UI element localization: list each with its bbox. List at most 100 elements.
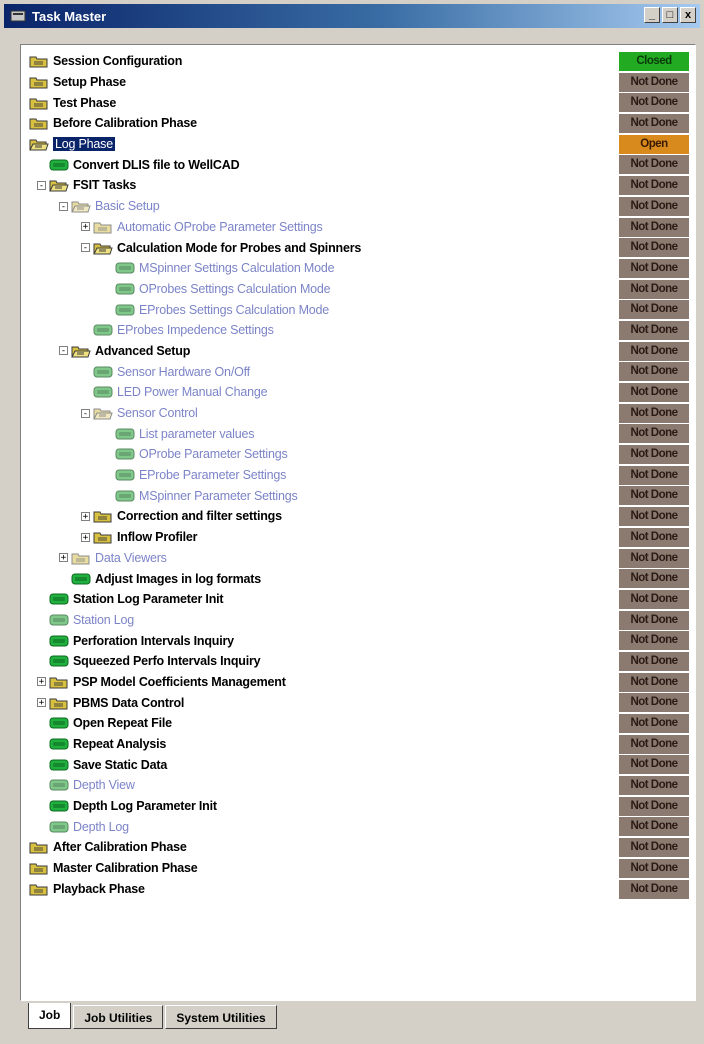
task-row[interactable]: - Calculation Mode for Probes and Spinner…: [21, 237, 695, 258]
task-row[interactable]: LED Power Manual Change Not Done: [21, 382, 695, 403]
task-tree-panel[interactable]: Session Configuration Closed Setup Phase No…: [20, 44, 696, 1001]
task-label[interactable]: Inflow Profiler: [117, 530, 198, 544]
collapse-toggle[interactable]: -: [59, 201, 68, 211]
task-row[interactable]: MSpinner Settings Calculation Mode Not Do…: [21, 258, 695, 279]
task-row[interactable]: + Data Viewers Not Done: [21, 548, 695, 569]
task-label[interactable]: Basic Setup: [95, 199, 160, 213]
task-row[interactable]: After Calibration Phase Not Done: [21, 837, 695, 858]
task-label[interactable]: Sensor Control: [117, 406, 198, 420]
task-label[interactable]: Sensor Hardware On/Off: [117, 365, 250, 379]
task-label[interactable]: Save Static Data: [73, 758, 167, 772]
task-label[interactable]: Depth View: [73, 778, 135, 792]
collapse-toggle[interactable]: -: [81, 243, 90, 253]
task-label[interactable]: EProbes Impedence Settings: [117, 323, 274, 337]
task-row[interactable]: Repeat Analysis Not Done: [21, 734, 695, 755]
task-row[interactable]: Master Calibration Phase Not Done: [21, 858, 695, 879]
task-label[interactable]: EProbe Parameter Settings: [139, 468, 286, 482]
task-row[interactable]: Log Phase Open: [21, 134, 695, 155]
task-label[interactable]: PSP Model Coefficients Management: [73, 675, 286, 689]
task-label[interactable]: Data Viewers: [95, 551, 167, 565]
task-row[interactable]: Depth Log Parameter Init Not Done: [21, 796, 695, 817]
task-row[interactable]: - Sensor Control Not Done: [21, 403, 695, 424]
task-label[interactable]: MSpinner Settings Calculation Mode: [139, 261, 335, 275]
collapse-toggle[interactable]: -: [81, 408, 90, 418]
task-label[interactable]: Test Phase: [53, 96, 116, 110]
task-label[interactable]: Open Repeat File: [73, 716, 172, 730]
task-row[interactable]: Session Configuration Closed: [21, 51, 695, 72]
tab-job-utilities[interactable]: Job Utilities: [73, 1005, 164, 1029]
task-label[interactable]: Station Log Parameter Init: [73, 592, 224, 606]
task-label[interactable]: Session Configuration: [53, 54, 182, 68]
task-row[interactable]: Sensor Hardware On/Off Not Done: [21, 361, 695, 382]
task-label[interactable]: Perforation Intervals Inquiry: [73, 634, 234, 648]
maximize-button[interactable]: □: [662, 7, 678, 23]
task-label[interactable]: Advanced Setup: [95, 344, 190, 358]
task-label[interactable]: Depth Log: [73, 820, 129, 834]
task-label[interactable]: Repeat Analysis: [73, 737, 166, 751]
task-label[interactable]: LED Power Manual Change: [117, 385, 268, 399]
task-label[interactable]: Log Phase: [53, 137, 115, 152]
task-label[interactable]: Depth Log Parameter Init: [73, 799, 217, 813]
task-row[interactable]: Station Log Parameter Init Not Done: [21, 589, 695, 610]
task-row[interactable]: Perforation Intervals Inquiry Not Done: [21, 630, 695, 651]
task-label[interactable]: Adjust Images in log formats: [95, 572, 261, 586]
task-row[interactable]: OProbes Settings Calculation Mode Not Don…: [21, 279, 695, 300]
task-row[interactable]: - FSIT Tasks Not Done: [21, 175, 695, 196]
task-row[interactable]: Depth View Not Done: [21, 775, 695, 796]
task-label[interactable]: MSpinner Parameter Settings: [139, 489, 298, 503]
task-label[interactable]: Station Log: [73, 613, 134, 627]
collapse-toggle[interactable]: -: [37, 180, 46, 190]
task-label[interactable]: Squeezed Perfo Intervals Inquiry: [73, 654, 261, 668]
task-label[interactable]: Setup Phase: [53, 75, 126, 89]
task-row[interactable]: OProbe Parameter Settings Not Done: [21, 444, 695, 465]
task-row[interactable]: Station Log Not Done: [21, 610, 695, 631]
task-label[interactable]: Calculation Mode for Probes and Spinners: [117, 241, 361, 255]
task-label[interactable]: Automatic OProbe Parameter Settings: [117, 220, 323, 234]
task-row[interactable]: EProbes Settings Calculation Mode Not Don…: [21, 299, 695, 320]
task-row[interactable]: Open Repeat File Not Done: [21, 713, 695, 734]
minimize-button[interactable]: _: [644, 7, 660, 23]
expand-toggle[interactable]: +: [59, 553, 68, 563]
task-row[interactable]: + Correction and filter settings Not Done: [21, 506, 695, 527]
task-row[interactable]: Adjust Images in log formats Not Done: [21, 568, 695, 589]
task-label[interactable]: Convert DLIS file to WellCAD: [73, 158, 240, 172]
task-row[interactable]: List parameter values Not Done: [21, 423, 695, 444]
task-row[interactable]: Before Calibration Phase Not Done: [21, 113, 695, 134]
task-label[interactable]: PBMS Data Control: [73, 696, 184, 710]
task-row[interactable]: MSpinner Parameter Settings Not Done: [21, 485, 695, 506]
task-row[interactable]: + PBMS Data Control Not Done: [21, 692, 695, 713]
task-row[interactable]: Test Phase Not Done: [21, 92, 695, 113]
task-row[interactable]: + Inflow Profiler Not Done: [21, 527, 695, 548]
task-label[interactable]: List parameter values: [139, 427, 255, 441]
task-label[interactable]: Correction and filter settings: [117, 509, 282, 523]
task-label[interactable]: Before Calibration Phase: [53, 116, 197, 130]
collapse-toggle[interactable]: -: [59, 346, 68, 356]
task-row[interactable]: Setup Phase Not Done: [21, 72, 695, 93]
task-row[interactable]: EProbe Parameter Settings Not Done: [21, 465, 695, 486]
task-row[interactable]: - Basic Setup Not Done: [21, 196, 695, 217]
expand-toggle[interactable]: +: [37, 698, 46, 708]
expand-toggle[interactable]: +: [37, 677, 46, 687]
task-row[interactable]: + PSP Model Coefficients Management Not Do…: [21, 672, 695, 693]
close-button[interactable]: x: [680, 7, 696, 23]
tab-system-utilities[interactable]: System Utilities: [165, 1005, 277, 1029]
task-label[interactable]: Playback Phase: [53, 882, 145, 896]
task-row[interactable]: EProbes Impedence Settings Not Done: [21, 320, 695, 341]
expand-toggle[interactable]: +: [81, 511, 90, 521]
task-label[interactable]: EProbes Settings Calculation Mode: [139, 303, 329, 317]
task-label[interactable]: OProbe Parameter Settings: [139, 447, 288, 461]
task-label[interactable]: After Calibration Phase: [53, 840, 187, 854]
task-row[interactable]: + Automatic OProbe Parameter Settings Not …: [21, 217, 695, 238]
task-label[interactable]: Master Calibration Phase: [53, 861, 198, 875]
task-row[interactable]: Save Static Data Not Done: [21, 754, 695, 775]
task-row[interactable]: Squeezed Perfo Intervals Inquiry Not Done: [21, 651, 695, 672]
expand-toggle[interactable]: +: [81, 532, 90, 542]
task-row[interactable]: - Advanced Setup Not Done: [21, 341, 695, 362]
task-row[interactable]: Depth Log Not Done: [21, 816, 695, 837]
task-label[interactable]: FSIT Tasks: [73, 178, 136, 192]
tab-job[interactable]: Job: [28, 1003, 72, 1029]
task-row[interactable]: Playback Phase Not Done: [21, 879, 695, 900]
expand-toggle[interactable]: +: [81, 222, 90, 232]
task-label[interactable]: OProbes Settings Calculation Mode: [139, 282, 331, 296]
task-row[interactable]: Convert DLIS file to WellCAD Not Done: [21, 154, 695, 175]
